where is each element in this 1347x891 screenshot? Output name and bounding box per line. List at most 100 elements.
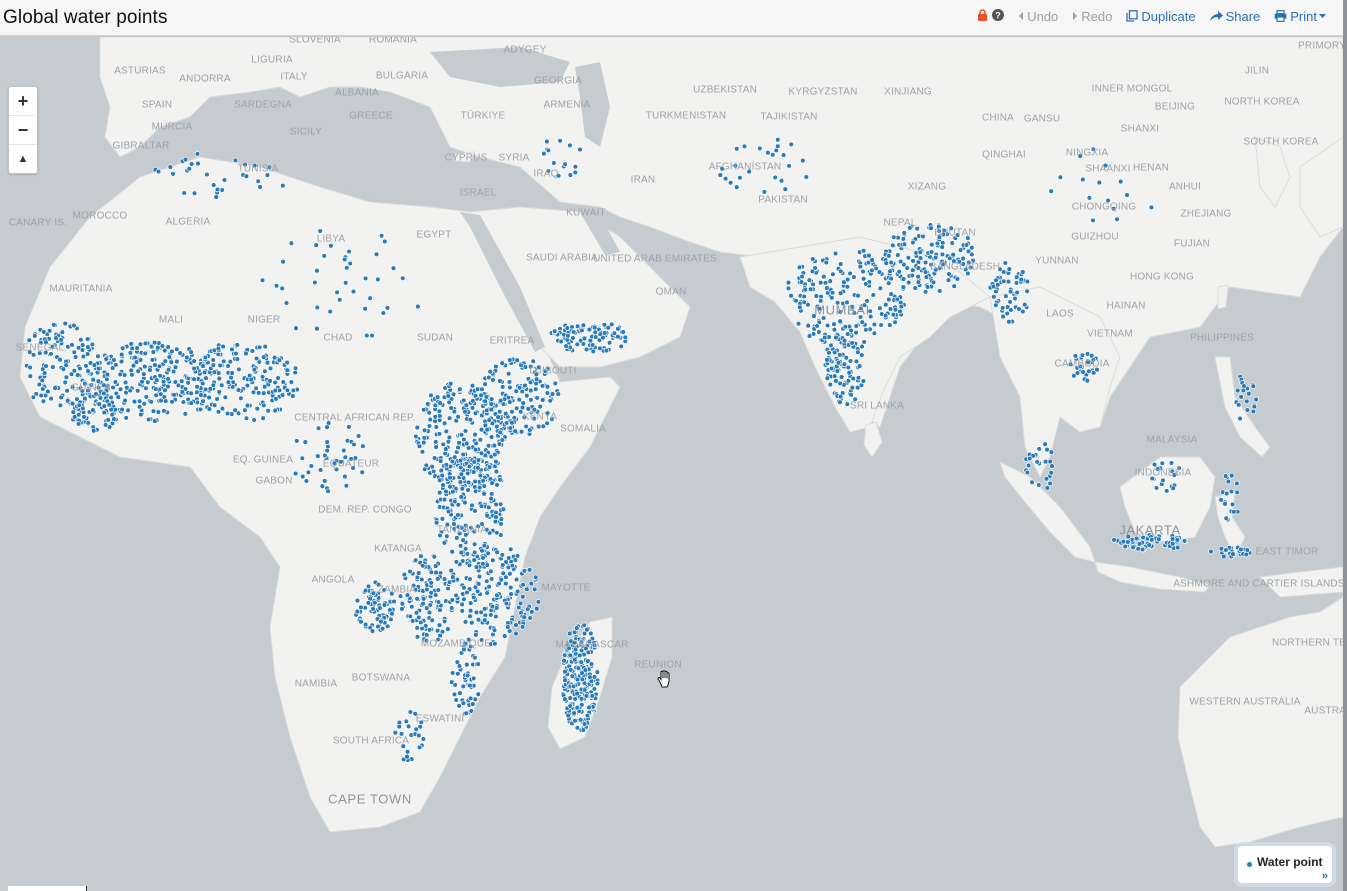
water-point-marker[interactable] <box>572 164 579 170</box>
water-point-marker[interactable] <box>1000 269 1007 275</box>
water-point-marker[interactable] <box>225 363 231 369</box>
water-point-marker[interactable] <box>951 283 957 289</box>
water-point-marker[interactable] <box>1024 288 1030 295</box>
water-point-marker[interactable] <box>524 586 530 592</box>
water-point-marker[interactable] <box>449 458 456 465</box>
water-point-marker[interactable] <box>275 375 281 381</box>
water-point-marker[interactable] <box>443 446 449 452</box>
water-point-marker[interactable] <box>505 371 512 377</box>
water-point-marker[interactable] <box>583 346 590 353</box>
water-point-marker[interactable] <box>436 622 443 628</box>
water-point-marker[interactable] <box>1240 387 1247 394</box>
water-point-marker[interactable] <box>416 744 423 751</box>
water-point-marker[interactable] <box>432 563 439 569</box>
water-point-marker[interactable] <box>460 683 467 690</box>
water-point-marker[interactable] <box>210 182 217 188</box>
water-point-marker[interactable] <box>448 405 454 411</box>
water-point-marker[interactable] <box>219 187 225 193</box>
water-point-marker[interactable] <box>142 350 148 357</box>
water-point-marker[interactable] <box>805 322 811 329</box>
water-point-marker[interactable] <box>458 471 465 477</box>
water-point-marker[interactable] <box>521 568 528 574</box>
water-point-marker[interactable] <box>185 380 191 386</box>
water-point-marker[interactable] <box>1228 488 1235 495</box>
water-point-marker[interactable] <box>194 389 200 396</box>
water-point-marker[interactable] <box>191 365 197 372</box>
water-point-marker[interactable] <box>562 677 568 683</box>
water-point-marker[interactable] <box>1218 497 1224 503</box>
water-point-marker[interactable] <box>161 408 167 414</box>
water-point-marker[interactable] <box>915 273 921 280</box>
water-point-marker[interactable] <box>1047 480 1053 487</box>
water-point-marker[interactable] <box>455 444 461 451</box>
water-point-marker[interactable] <box>822 280 829 286</box>
water-point-marker[interactable] <box>84 336 91 342</box>
water-point-marker[interactable] <box>586 326 593 333</box>
water-point-marker[interactable] <box>470 469 477 475</box>
water-point-marker[interactable] <box>478 503 485 509</box>
water-point-marker[interactable] <box>350 288 357 295</box>
water-point-marker[interactable] <box>831 326 838 333</box>
water-point-marker[interactable] <box>177 350 183 356</box>
water-point-marker[interactable] <box>857 263 864 270</box>
water-point-marker[interactable] <box>472 696 478 703</box>
water-point-marker[interactable] <box>472 446 479 453</box>
water-point-marker[interactable] <box>488 434 495 440</box>
water-point-marker[interactable] <box>115 394 122 400</box>
water-point-marker[interactable] <box>832 250 839 257</box>
water-point-marker[interactable] <box>128 367 134 374</box>
water-point-marker[interactable] <box>448 605 455 611</box>
water-point-marker[interactable] <box>564 325 571 331</box>
water-point-marker[interactable] <box>280 258 286 265</box>
water-point-marker[interactable] <box>153 392 159 399</box>
water-point-marker[interactable] <box>216 375 223 382</box>
water-point-marker[interactable] <box>117 386 124 393</box>
water-point-marker[interactable] <box>315 453 321 459</box>
water-point-marker[interactable] <box>460 700 467 707</box>
water-point-marker[interactable] <box>494 530 500 536</box>
water-point-marker[interactable] <box>519 624 526 630</box>
water-point-marker[interactable] <box>449 670 456 676</box>
water-point-marker[interactable] <box>845 364 852 371</box>
water-point-marker[interactable] <box>470 675 477 682</box>
water-point-marker[interactable] <box>537 403 543 410</box>
water-point-marker[interactable] <box>1084 377 1091 384</box>
water-point-marker[interactable] <box>563 343 569 349</box>
water-point-marker[interactable] <box>460 397 467 404</box>
water-point-marker[interactable] <box>905 279 912 286</box>
water-point-marker[interactable] <box>590 348 597 355</box>
water-point-marker[interactable] <box>436 477 443 484</box>
water-point-marker[interactable] <box>197 406 204 413</box>
water-point-marker[interactable] <box>360 443 366 449</box>
duplicate-button[interactable]: Duplicate <box>1126 9 1196 24</box>
water-point-marker[interactable] <box>435 587 442 593</box>
water-point-marker[interactable] <box>488 568 494 575</box>
water-point-marker[interactable] <box>901 241 908 248</box>
water-point-marker[interactable] <box>939 244 945 250</box>
water-point-marker[interactable] <box>999 305 1006 311</box>
water-point-marker[interactable] <box>1007 299 1013 305</box>
water-point-marker[interactable] <box>1238 546 1244 553</box>
water-point-marker[interactable] <box>210 362 217 368</box>
water-point-marker[interactable] <box>403 718 410 725</box>
water-point-marker[interactable] <box>373 251 380 258</box>
water-point-marker[interactable] <box>419 563 426 569</box>
water-point-marker[interactable] <box>288 240 295 246</box>
water-point-marker[interactable] <box>544 138 550 145</box>
water-point-marker[interactable] <box>1246 390 1252 397</box>
water-point-marker[interactable] <box>800 157 806 164</box>
water-point-marker[interactable] <box>1238 394 1244 400</box>
water-point-marker[interactable] <box>416 614 422 621</box>
water-point-marker[interactable] <box>351 441 357 448</box>
water-point-marker[interactable] <box>467 682 473 689</box>
water-point-marker[interactable] <box>446 579 453 586</box>
water-point-marker[interactable] <box>365 600 372 606</box>
water-point-marker[interactable] <box>388 616 394 623</box>
water-point-marker[interactable] <box>441 576 448 582</box>
water-point-marker[interactable] <box>1251 403 1258 410</box>
water-point-marker[interactable] <box>871 321 878 328</box>
water-point-marker[interactable] <box>498 576 505 583</box>
water-point-marker[interactable] <box>498 521 504 527</box>
water-point-marker[interactable] <box>717 172 724 178</box>
water-point-marker[interactable] <box>222 394 229 401</box>
